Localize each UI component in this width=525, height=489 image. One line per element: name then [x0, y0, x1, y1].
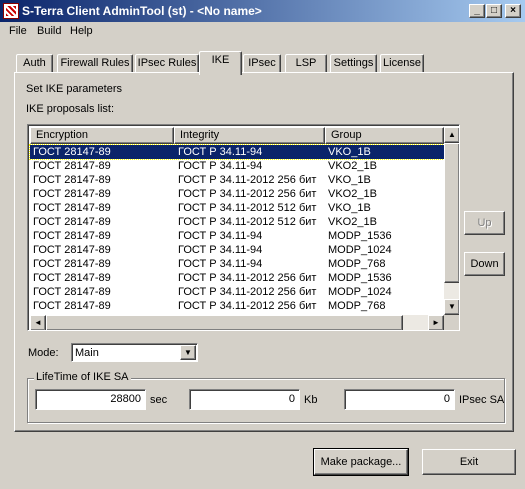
table-row[interactable]: ГОСТ 28147-89 ГОСТ Р 34.11-2012 512 бит VK…: [30, 215, 444, 229]
cell-integrity: ГОСТ Р 34.11-94: [178, 244, 263, 256]
tab-license[interactable]: License: [380, 54, 424, 73]
table-row[interactable]: ГОСТ 28147-89 ГОСТ Р 34.11-2012 256 бит MO…: [30, 285, 444, 299]
cell-encryption: ГОСТ 28147-89: [33, 286, 111, 298]
cell-group: MODP_1024: [328, 286, 392, 298]
cell-encryption: ГОСТ 28147-89: [33, 216, 111, 228]
cell-group: MODP_768: [328, 300, 386, 312]
cell-encryption: ГОСТ 28147-89: [33, 202, 111, 214]
tab-lsp[interactable]: LSP: [285, 54, 327, 73]
lifetime-legend: LifeTime of IKE SA: [34, 371, 131, 383]
lifetime-kb-input[interactable]: 0: [189, 389, 300, 410]
menu-help[interactable]: Help: [70, 25, 93, 37]
close-button[interactable]: ×: [505, 4, 521, 18]
section-title: Set IKE parameters: [26, 83, 122, 95]
cell-encryption: ГОСТ 28147-89: [33, 174, 111, 186]
column-encryption[interactable]: Encryption: [30, 127, 174, 144]
ipsec-sa-unit-label: IPsec SA: [459, 394, 505, 406]
cell-group: MODP_1024: [328, 244, 392, 256]
column-integrity[interactable]: Integrity: [174, 127, 325, 144]
menu-build[interactable]: Build: [37, 25, 61, 37]
cell-integrity: ГОСТ Р 34.11-2012 256 бит: [178, 188, 317, 200]
table-row[interactable]: ГОСТ 28147-89 ГОСТ Р 34.11-2012 256 бит VK…: [30, 173, 444, 187]
cell-encryption: ГОСТ 28147-89: [33, 272, 111, 284]
scroll-left-icon[interactable]: ◄: [30, 315, 46, 330]
cell-group: MODP_1536: [328, 272, 392, 284]
sec-unit-label: sec: [150, 394, 168, 406]
table-row[interactable]: ГОСТ 28147-89 ГОСТ Р 34.11-2012 256 бит MO…: [30, 271, 444, 285]
title-bar[interactable]: S-Terra Client AdminTool (st) - <No name…: [0, 0, 525, 22]
table-row[interactable]: ГОСТ 28147-89 ГОСТ Р 34.11-94 VKO_1B: [29, 144, 445, 160]
table-row[interactable]: ГОСТ 28147-89 ГОСТ Р 34.11-2012 512 бит VK…: [30, 201, 444, 215]
mode-select[interactable]: Main ▼: [71, 343, 198, 362]
cell-encryption: ГОСТ 28147-89: [33, 258, 111, 270]
cell-integrity: ГОСТ Р 34.11-94: [178, 146, 263, 158]
cell-group: MODP_1536: [328, 230, 392, 242]
move-up-button[interactable]: Up: [464, 211, 505, 235]
scroll-right-icon[interactable]: ►: [428, 315, 444, 330]
vertical-scrollbar[interactable]: ▲ ▼: [444, 127, 459, 315]
maximize-button[interactable]: □: [486, 4, 502, 18]
tab-firewall-rules[interactable]: Firewall Rules: [57, 54, 133, 73]
cell-group: MODP_768: [328, 258, 386, 270]
lifetime-sec-input[interactable]: 28800: [35, 389, 146, 410]
app-icon[interactable]: [3, 3, 19, 19]
cell-group: VKO_1B: [328, 202, 371, 214]
tab-ipsec[interactable]: IPsec: [243, 54, 281, 73]
table-row[interactable]: ГОСТ 28147-89 ГОСТ Р 34.11-94 VKO2_1B: [30, 159, 444, 173]
scroll-down-icon[interactable]: ▼: [444, 299, 459, 315]
mode-select-value: Main: [75, 347, 99, 359]
horizontal-scrollbar[interactable]: ◄ ►: [30, 315, 444, 330]
exit-button[interactable]: Exit: [422, 449, 516, 475]
cell-integrity: ГОСТ Р 34.11-94: [178, 230, 263, 242]
cell-group: VKO2_1B: [328, 188, 377, 200]
tab-settings[interactable]: Settings: [330, 54, 377, 73]
menu-bar: File Build Help: [0, 22, 525, 41]
minimize-button[interactable]: _: [469, 4, 485, 18]
cell-integrity: ГОСТ Р 34.11-2012 256 бит: [178, 272, 317, 284]
list-header: Encryption Integrity Group: [30, 127, 444, 144]
move-down-button[interactable]: Down: [464, 252, 505, 276]
cell-integrity: ГОСТ Р 34.11-2012 256 бит: [178, 286, 317, 298]
lifetime-ipsec-sa-input[interactable]: 0: [344, 389, 455, 410]
tab-ipsec-rules[interactable]: IPsec Rules: [135, 54, 199, 73]
chevron-down-icon[interactable]: ▼: [180, 345, 196, 360]
ike-proposals-list[interactable]: Encryption Integrity Group ГОСТ 28147-89…: [27, 124, 460, 331]
cell-group: VKO2_1B: [328, 160, 377, 172]
tab-auth[interactable]: Auth: [16, 54, 53, 73]
menu-file[interactable]: File: [9, 25, 27, 37]
cell-encryption: ГОСТ 28147-89: [33, 300, 111, 312]
cell-encryption: ГОСТ 28147-89: [33, 230, 111, 242]
table-row[interactable]: ГОСТ 28147-89 ГОСТ Р 34.11-2012 256 бит VK…: [30, 187, 444, 201]
cell-group: VKO2_1B: [328, 216, 377, 228]
tab-ike[interactable]: IKE: [199, 51, 242, 75]
kb-unit-label: Kb: [304, 394, 318, 406]
table-row[interactable]: ГОСТ 28147-89 ГОСТ Р 34.11-94 MODP_1536: [30, 229, 444, 243]
cell-group: VKO_1B: [328, 146, 371, 158]
cell-integrity: ГОСТ Р 34.11-2012 512 бит: [178, 216, 317, 228]
make-package-button[interactable]: Make package...: [313, 448, 409, 476]
cell-encryption: ГОСТ 28147-89: [33, 244, 111, 256]
cell-integrity: ГОСТ Р 34.11-94: [178, 160, 263, 172]
table-row[interactable]: ГОСТ 28147-89 ГОСТ Р 34.11-94 MODP_768: [30, 257, 444, 271]
mode-label: Mode:: [28, 347, 59, 359]
scroll-up-icon[interactable]: ▲: [444, 127, 459, 143]
cell-integrity: ГОСТ Р 34.11-2012 512 бит: [178, 202, 317, 214]
cell-integrity: ГОСТ Р 34.11-2012 256 бит: [178, 300, 317, 312]
list-rows: ГОСТ 28147-89 ГОСТ Р 34.11-94 VKO_1B ГОСТ 2…: [29, 144, 445, 313]
cell-encryption: ГОСТ 28147-89: [33, 188, 111, 200]
proposals-list-label: IKE proposals list:: [26, 103, 115, 115]
cell-integrity: ГОСТ Р 34.11-2012 256 бит: [178, 174, 317, 186]
column-group[interactable]: Group: [325, 127, 444, 144]
cell-integrity: ГОСТ Р 34.11-94: [178, 258, 263, 270]
horizontal-scroll-thumb[interactable]: [46, 315, 403, 330]
cell-encryption: ГОСТ 28147-89: [33, 146, 111, 158]
scroll-corner: [444, 315, 459, 330]
vertical-scroll-thumb[interactable]: [444, 143, 459, 283]
table-row[interactable]: ГОСТ 28147-89 ГОСТ Р 34.11-2012 256 бит MO…: [30, 299, 444, 313]
table-row[interactable]: ГОСТ 28147-89 ГОСТ Р 34.11-94 MODP_1024: [30, 243, 444, 257]
window-title: S-Terra Client AdminTool (st) - <No name…: [22, 4, 262, 18]
cell-group: VKO_1B: [328, 174, 371, 186]
cell-encryption: ГОСТ 28147-89: [33, 160, 111, 172]
